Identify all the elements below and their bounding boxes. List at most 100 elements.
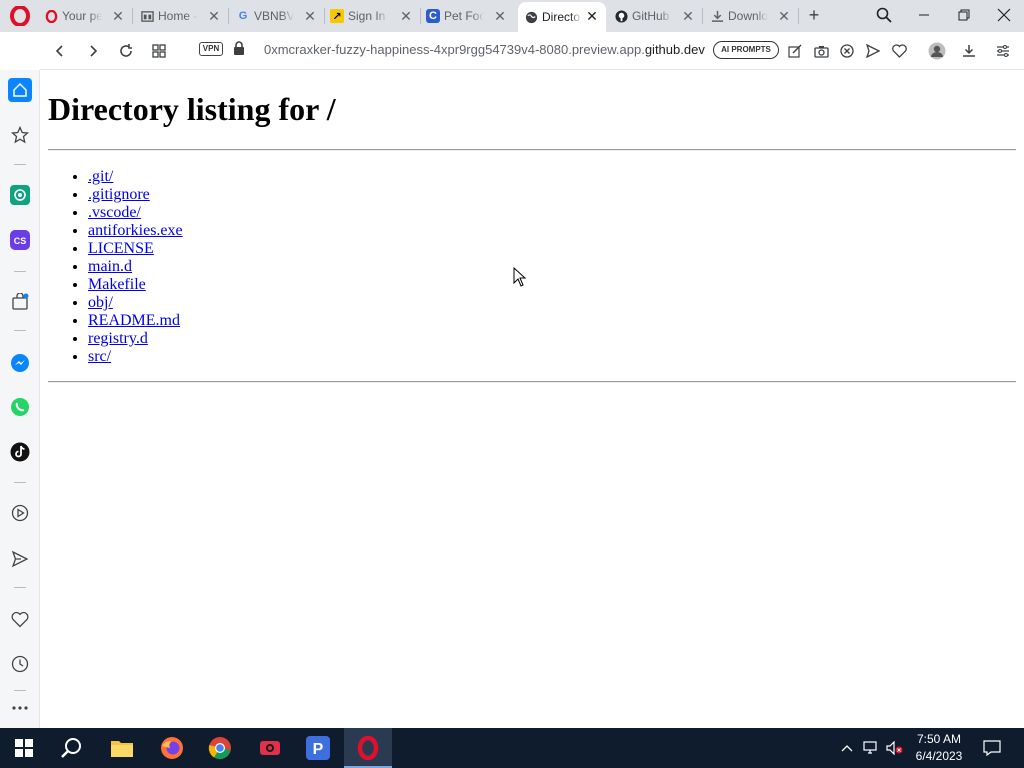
tab-vbnbv[interactable]: G VBNBV ✕ xyxy=(236,2,325,30)
network-icon[interactable] xyxy=(862,738,880,758)
close-tab-icon[interactable]: ✕ xyxy=(398,8,414,24)
flow-send-icon[interactable] xyxy=(8,547,32,571)
tab-title: Downlo xyxy=(728,9,768,23)
url-domain: github.dev xyxy=(644,42,705,57)
list-item: antiforkies.exe xyxy=(88,222,183,240)
globe-icon xyxy=(524,10,538,24)
file-link[interactable]: .gitignore xyxy=(88,186,150,203)
file-link[interactable]: obj/ xyxy=(88,294,113,311)
tab-title: Sign In xyxy=(348,9,386,23)
tab-title: Pet Foo xyxy=(444,9,484,23)
reload-button[interactable] xyxy=(115,40,137,62)
list-item: .gitignore xyxy=(88,186,183,204)
tiktok-icon[interactable] xyxy=(8,440,32,464)
tab-title: GitHub xyxy=(632,9,670,23)
file-link[interactable]: Makefile xyxy=(88,276,146,293)
vpn-badge[interactable]: VPN xyxy=(199,42,223,56)
c-app-icon: C xyxy=(426,9,440,23)
player-icon[interactable] xyxy=(8,501,32,525)
home-icon[interactable] xyxy=(8,78,32,102)
opera-menu-icon[interactable] xyxy=(6,4,34,28)
file-link[interactable]: .vscode/ xyxy=(88,204,141,221)
close-tab-icon[interactable]: ✕ xyxy=(302,8,318,24)
file-link[interactable]: README.md xyxy=(88,312,180,329)
firefox-icon[interactable] xyxy=(148,728,196,768)
profile-icon[interactable] xyxy=(927,41,947,61)
chrome-icon[interactable] xyxy=(196,728,244,768)
close-tab-icon[interactable]: ✕ xyxy=(206,8,222,24)
file-explorer-icon[interactable] xyxy=(98,728,146,768)
tab-pet-food[interactable]: C Pet Foo ✕ xyxy=(426,2,514,30)
notifications-icon[interactable] xyxy=(982,738,1002,758)
close-tab-icon[interactable]: ✕ xyxy=(584,8,600,24)
tab-your-page[interactable]: Your pe ✕ xyxy=(44,2,133,30)
opera-taskbar-icon[interactable] xyxy=(344,728,392,768)
search-icon[interactable] xyxy=(48,728,96,768)
tab-search-icon[interactable] xyxy=(870,4,898,26)
tab-home[interactable]: Home - ✕ xyxy=(140,2,229,30)
url-field[interactable]: 0xmcraxker-fuzzy-happiness-4xpr9rgg54739… xyxy=(264,42,705,57)
tab-sign-in[interactable]: ↗ Sign In ✕ xyxy=(330,2,421,30)
close-tab-icon[interactable]: ✕ xyxy=(110,8,126,24)
page-title: Directory listing for / xyxy=(48,91,336,127)
tab-separator xyxy=(420,8,421,24)
tab-separator xyxy=(324,8,325,24)
chatgpt-icon[interactable] xyxy=(8,183,32,207)
edit-icon[interactable] xyxy=(785,41,805,61)
file-link[interactable]: src/ xyxy=(88,348,111,365)
close-tab-icon[interactable]: ✕ xyxy=(776,8,792,24)
new-tab-button[interactable]: + xyxy=(804,5,824,25)
google-icon: G xyxy=(238,10,248,22)
windows-taskbar: P 7:50 AM 6/4/2023 xyxy=(0,728,1024,768)
tab-separator xyxy=(798,8,799,24)
p-app-icon[interactable]: P xyxy=(294,728,342,768)
close-tab-icon[interactable]: ✕ xyxy=(680,8,696,24)
windows-start-icon[interactable] xyxy=(0,728,48,768)
history-icon[interactable] xyxy=(8,652,32,676)
camera-icon[interactable] xyxy=(811,41,831,61)
lock-icon[interactable] xyxy=(233,41,245,60)
send-icon[interactable] xyxy=(863,41,883,61)
file-link[interactable]: .git/ xyxy=(88,168,113,185)
messenger-icon[interactable] xyxy=(8,351,32,375)
ai-prompts-button[interactable]: AI PROMPTS xyxy=(713,41,779,59)
horizontal-rule xyxy=(48,381,1016,383)
minimize-button[interactable] xyxy=(910,4,938,26)
close-window-button[interactable] xyxy=(990,4,1018,26)
arrow-app-icon: ↗ xyxy=(330,9,344,23)
sidebar-divider xyxy=(14,164,26,165)
tab-downloads[interactable]: Downlo ✕ xyxy=(710,2,799,30)
tab-separator xyxy=(228,8,229,24)
tab-directory-listing[interactable]: Directo ✕ xyxy=(518,2,606,32)
chevron-up-icon[interactable] xyxy=(838,738,856,758)
file-link[interactable]: antiforkies.exe xyxy=(88,222,183,239)
bookmarks-icon[interactable] xyxy=(8,123,32,147)
tab-github[interactable]: GitHub ✕ xyxy=(614,2,703,30)
pinboard-heart-icon[interactable] xyxy=(8,607,32,631)
chatsonic-icon[interactable]: CS xyxy=(8,228,32,252)
list-item: .git/ xyxy=(88,168,183,186)
tab-separator xyxy=(132,8,133,24)
screen-recorder-icon[interactable] xyxy=(246,728,294,768)
file-link[interactable]: main.d xyxy=(88,258,132,275)
tab-grid-icon[interactable] xyxy=(148,40,170,62)
system-clock[interactable]: 7:50 AM 6/4/2023 xyxy=(908,731,970,765)
file-link[interactable]: LICENSE xyxy=(88,240,154,257)
list-item: main.d xyxy=(88,258,183,276)
back-button[interactable] xyxy=(49,40,71,62)
tab-bar: Your pe ✕ Home - ✕ G VBNBV ✕ ↗ Sign In ✕… xyxy=(0,0,1024,32)
restore-button[interactable] xyxy=(950,4,978,26)
sidebar-divider xyxy=(14,482,26,483)
volume-muted-icon[interactable] xyxy=(886,738,904,758)
easy-setup-icon[interactable] xyxy=(993,41,1013,61)
forward-button[interactable] xyxy=(82,40,104,62)
github-icon xyxy=(614,9,628,23)
more-icon[interactable] xyxy=(8,696,32,720)
heart-icon[interactable] xyxy=(889,41,909,61)
shopping-icon[interactable] xyxy=(8,290,32,314)
ad-blocker-icon[interactable] xyxy=(837,41,857,61)
whatsapp-icon[interactable] xyxy=(8,395,32,419)
file-link[interactable]: registry.d xyxy=(88,330,148,347)
downloads-icon[interactable] xyxy=(959,41,979,61)
close-tab-icon[interactable]: ✕ xyxy=(492,8,508,24)
